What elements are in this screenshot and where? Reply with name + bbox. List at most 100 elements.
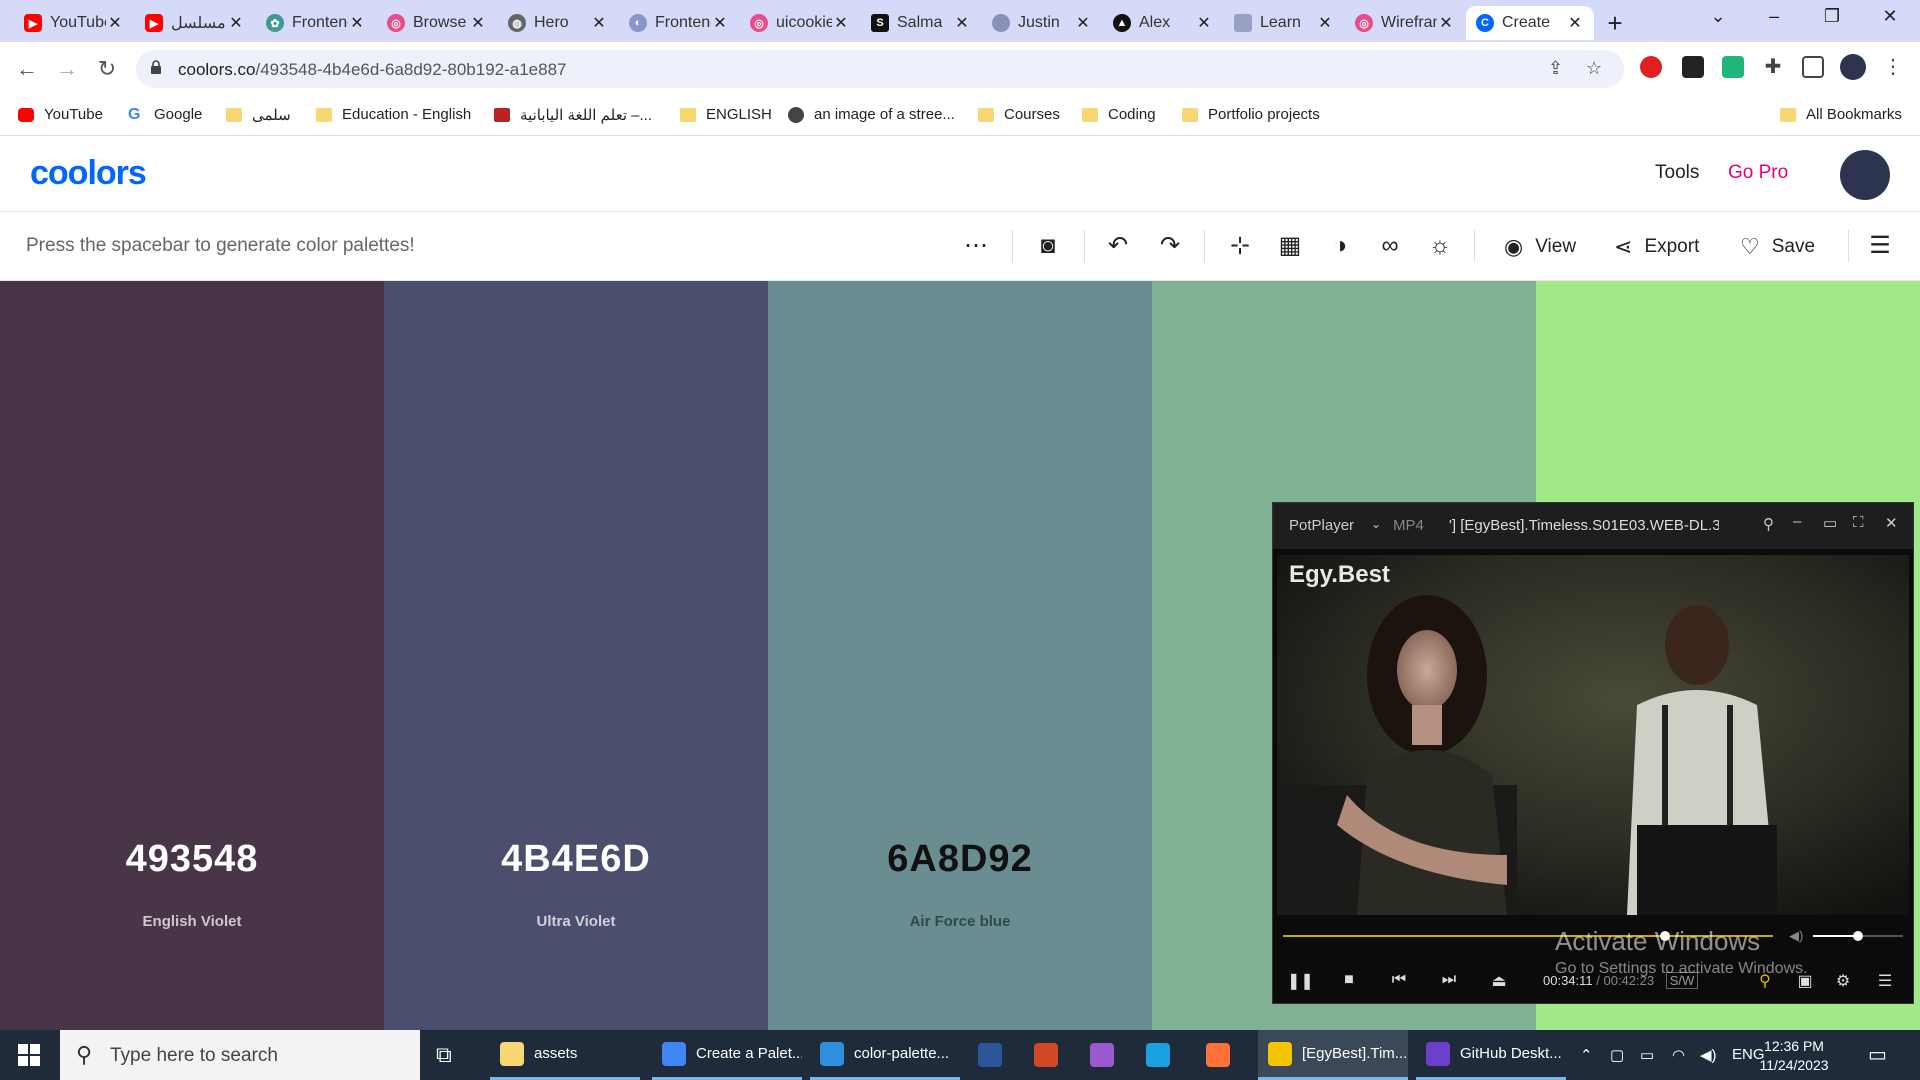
- profile-avatar[interactable]: [1840, 54, 1866, 80]
- bookmark-folder-courses[interactable]: Courses: [978, 106, 1060, 123]
- tab-uicookies[interactable]: ◎ uicookies ✕: [740, 6, 860, 40]
- close-icon[interactable]: ✕: [1316, 13, 1334, 33]
- bookmark-folder-english[interactable]: ENGLISH: [680, 106, 772, 123]
- forward-button[interactable]: →: [52, 54, 82, 84]
- bookmark-folder-coding[interactable]: Coding: [1082, 106, 1156, 123]
- extensions-puzzle-icon[interactable]: ✚: [1762, 56, 1784, 78]
- taskbar-app[interactable]: [1080, 1030, 1136, 1080]
- volume-knob[interactable]: [1853, 931, 1863, 941]
- taskbar-search-box[interactable]: ⚲ Type here to search: [60, 1030, 420, 1080]
- taskbar-clock[interactable]: 12:36 PM 11/24/2023: [1748, 1037, 1840, 1075]
- fullscreen-icon[interactable]: ⛶: [1853, 514, 1864, 531]
- taskbar-app[interactable]: assets: [490, 1030, 640, 1080]
- close-icon[interactable]: ✕: [832, 13, 850, 33]
- eject-icon[interactable]: ⏏: [1487, 971, 1511, 991]
- coolors-logo[interactable]: coolors: [30, 154, 147, 193]
- camera-tray-icon[interactable]: ▢: [1610, 1046, 1624, 1064]
- nav-go-pro-link[interactable]: Go Pro: [1728, 162, 1788, 184]
- tab-justin[interactable]: Justin ✕: [982, 6, 1102, 40]
- view-button[interactable]: ◉ View: [1504, 234, 1576, 260]
- side-panel-icon[interactable]: [1802, 56, 1824, 78]
- close-icon[interactable]: ✕: [1074, 13, 1092, 33]
- bookmark-google[interactable]: G Google: [128, 106, 202, 123]
- close-icon[interactable]: ✕: [106, 13, 124, 33]
- bookmark-folder-salma[interactable]: سلمى: [226, 106, 291, 124]
- minimize-button[interactable]: –: [1756, 6, 1792, 27]
- gear-icon[interactable]: ⚙: [1831, 971, 1855, 991]
- redo-icon[interactable]: ↷: [1156, 232, 1184, 260]
- user-avatar[interactable]: [1840, 150, 1890, 200]
- contrast-icon[interactable]: ◑: [1326, 232, 1354, 260]
- chevron-up-icon[interactable]: ⌃: [1580, 1046, 1593, 1064]
- notion-extension-icon[interactable]: [1682, 56, 1704, 78]
- more-options-icon[interactable]: ⋯: [962, 232, 990, 260]
- swatch-hex-code[interactable]: 6A8D92: [768, 838, 1152, 881]
- chevron-down-icon[interactable]: ⌄: [1371, 517, 1381, 531]
- bookmark-star-icon[interactable]: ☆: [1586, 58, 1602, 79]
- bookmark-youtube[interactable]: YouTube: [18, 106, 103, 123]
- reload-button[interactable]: ↻: [92, 54, 122, 84]
- tab-browse[interactable]: ◎ Browse ✕: [377, 6, 497, 40]
- close-icon[interactable]: ✕: [590, 13, 608, 33]
- nav-tools-link[interactable]: Tools: [1655, 162, 1699, 184]
- tab-hero[interactable]: ◍ Hero ✕: [498, 6, 618, 40]
- windows-start-icon[interactable]: [18, 1044, 40, 1066]
- opera-extension-icon[interactable]: [1640, 56, 1662, 78]
- taskbar-app[interactable]: [1024, 1030, 1080, 1080]
- next-icon[interactable]: ⏭: [1437, 971, 1461, 989]
- hamburger-menu-icon[interactable]: ☰: [1866, 232, 1894, 260]
- close-icon[interactable]: ✕: [711, 13, 729, 33]
- grid-icon[interactable]: ▦: [1276, 232, 1304, 260]
- bookmark-folder-portfolio[interactable]: Portfolio projects: [1182, 106, 1320, 123]
- video-frame[interactable]: [1277, 555, 1909, 915]
- address-bar[interactable]: coolors.co/493548-4b4e6d-6a8d92-80b192-a…: [136, 50, 1624, 88]
- close-icon[interactable]: ✕: [1885, 514, 1898, 532]
- shapes-icon[interactable]: ⊹: [1226, 232, 1254, 260]
- volume-slider[interactable]: [1813, 931, 1903, 941]
- back-button[interactable]: ←: [12, 54, 42, 84]
- volume-icon[interactable]: ◀): [1700, 1046, 1717, 1064]
- share-icon[interactable]: ⇪: [1548, 58, 1563, 79]
- close-icon[interactable]: ✕: [1195, 13, 1213, 33]
- notifications-icon[interactable]: ▭: [1868, 1042, 1887, 1067]
- battery-icon[interactable]: ▭: [1640, 1046, 1654, 1064]
- menu-icon[interactable]: ☰: [1873, 971, 1897, 991]
- brightness-icon[interactable]: ☼: [1426, 232, 1454, 260]
- camera-icon[interactable]: ◙: [1034, 232, 1062, 260]
- close-icon[interactable]: ✕: [348, 13, 366, 33]
- grammarly-extension-icon[interactable]: [1722, 56, 1744, 78]
- taskbar-app[interactable]: Create a Palet...: [652, 1030, 802, 1080]
- taskbar-app[interactable]: color-palette...: [810, 1030, 960, 1080]
- tab-salma[interactable]: S Salma ✕: [861, 6, 981, 40]
- save-button[interactable]: ♡ Save: [1740, 234, 1815, 260]
- tab-youtube[interactable]: ▶ YouTube ✕: [14, 6, 134, 40]
- maximize-button[interactable]: ❐: [1814, 6, 1850, 27]
- player-titlebar[interactable]: PotPlayer ⌄ MP4 '] [EgyBest].Timeless.S0…: [1273, 503, 1913, 549]
- task-view-icon[interactable]: ⧉: [436, 1042, 452, 1068]
- wifi-icon[interactable]: ◠: [1672, 1046, 1685, 1064]
- glasses-icon[interactable]: ∞: [1376, 232, 1404, 260]
- tab-learn[interactable]: Learn ✕: [1224, 6, 1344, 40]
- bookmark-japanese[interactable]: تعلم اللغة اليابانية –...: [494, 106, 652, 124]
- close-icon[interactable]: ✕: [469, 13, 487, 33]
- tab-search-icon[interactable]: ⌄: [1700, 6, 1736, 27]
- bookmark-image-of-street[interactable]: an image of a stree...: [788, 106, 955, 123]
- taskbar-app[interactable]: [1136, 1030, 1192, 1080]
- pin-icon[interactable]: ⚲: [1763, 515, 1774, 533]
- tab-create-active[interactable]: C Create ✕: [1466, 6, 1594, 40]
- swatch-hex-code[interactable]: 493548: [0, 838, 384, 881]
- new-tab-button[interactable]: +: [1600, 8, 1630, 39]
- export-button[interactable]: ⋖ Export: [1614, 234, 1699, 260]
- close-icon[interactable]: ✕: [1566, 13, 1584, 33]
- stop-icon[interactable]: ■: [1337, 971, 1361, 989]
- minimize-icon[interactable]: –: [1793, 513, 1801, 530]
- tab-frontend[interactable]: ✿ Frontend ✕: [256, 6, 376, 40]
- tab-frontend-2[interactable]: ◐ Frontend ✕: [619, 6, 739, 40]
- taskbar-app[interactable]: GitHub Deskt...: [1416, 1030, 1566, 1080]
- chrome-menu-icon[interactable]: ⋮: [1882, 56, 1904, 78]
- undo-icon[interactable]: ↶: [1104, 232, 1132, 260]
- all-bookmarks-button[interactable]: All Bookmarks: [1780, 106, 1902, 123]
- close-icon[interactable]: ✕: [227, 13, 245, 33]
- speaker-icon[interactable]: ◀): [1789, 928, 1803, 944]
- swatch-hex-code[interactable]: 4B4E6D: [384, 838, 768, 881]
